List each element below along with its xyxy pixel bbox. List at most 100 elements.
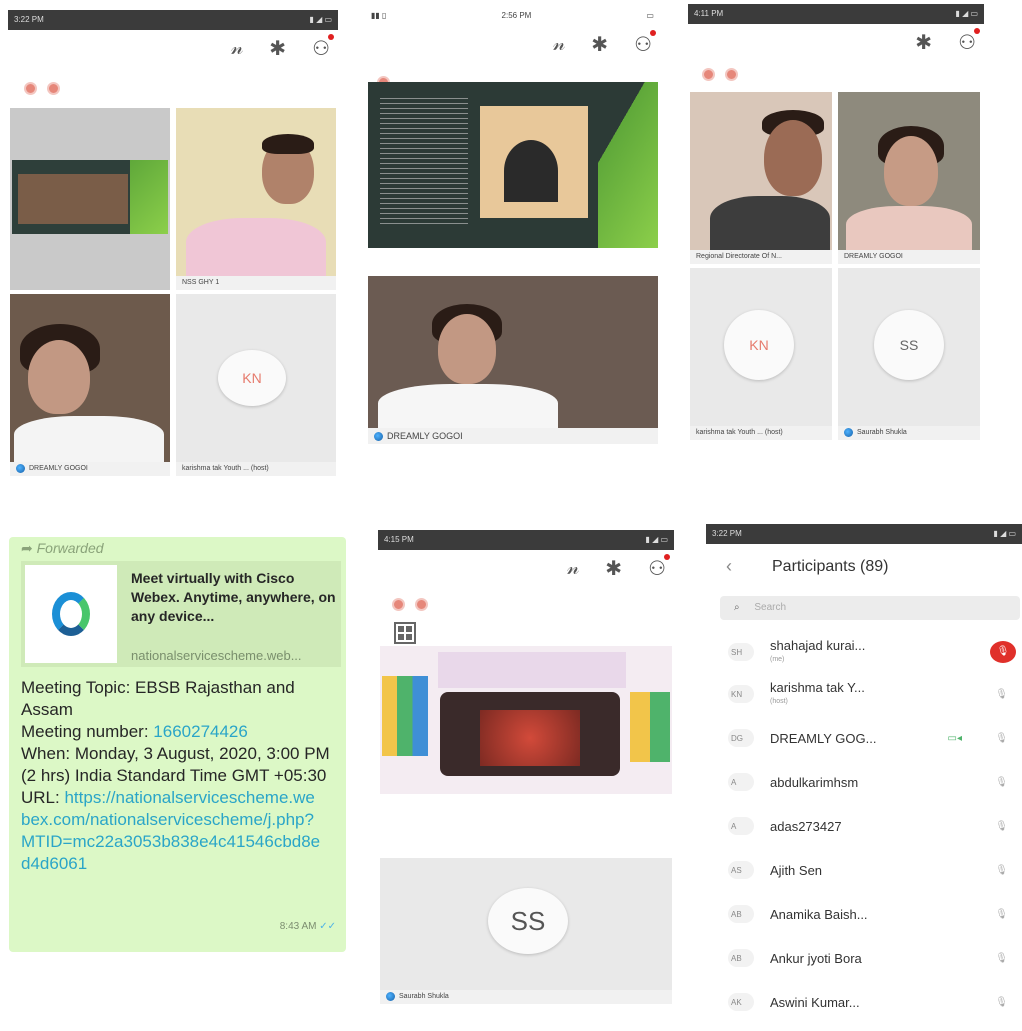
webex-status-icon: [386, 991, 395, 1001]
participants-icon[interactable]: ⚇: [958, 28, 980, 55]
message-time-text: 8:43 AM: [279, 921, 317, 932]
meeting-number-line: Meeting number: 1660274426: [21, 721, 341, 743]
status-left: ▮▮ ▯: [371, 11, 387, 20]
meeting-screen-1: 3:22 PM ▮ ◢ ▭ 𝓃 ✱ ⚇ NSS GHY 1 DREAMLY GOG…: [8, 10, 338, 480]
meeting-url-label: URL:: [21, 788, 65, 807]
search-input[interactable]: Search: [754, 602, 786, 613]
mic-icon[interactable]: 🎙: [995, 689, 1008, 700]
page-indicators: [392, 598, 428, 611]
video-tile-dreamly[interactable]: DREAMLY GOGOI: [368, 276, 658, 444]
shared-content-tile[interactable]: [368, 82, 658, 248]
list-item[interactable]: SH shahajad kurai... (me) 🎙: [706, 632, 1022, 672]
tile-label: DREAMLY GOGOI: [368, 428, 658, 444]
avatar-initials: KN: [749, 337, 769, 353]
participant-name: shahajad kurai...: [770, 638, 866, 653]
mute-button[interactable]: 🎙: [990, 641, 1016, 663]
participant-avatar: DG: [728, 729, 754, 747]
avatar-tile-saurabh[interactable]: SS Saurabh Shukla: [838, 268, 980, 440]
tile-label: DREAMLY GOGOI: [10, 462, 170, 476]
mic-icon[interactable]: 🎙: [995, 953, 1008, 964]
list-item[interactable]: A abdulkarimhsm 🎙: [706, 762, 1022, 802]
message-time: 8:43 AM ✓✓: [280, 916, 336, 938]
meeting-url-line: URL: https://nationalservicescheme.webex…: [21, 787, 321, 875]
participants-icon[interactable]: ⚇: [312, 34, 334, 61]
meeting-url-link[interactable]: https://nationalservicescheme.webex.com/…: [21, 788, 320, 873]
shared-content-tile[interactable]: [380, 646, 672, 794]
whatsapp-message-bubble[interactable]: ➦ Forwarded Meet virtually with Cisco We…: [9, 537, 346, 952]
tile-label: karishma tak Youth ... (host): [690, 426, 832, 440]
list-item[interactable]: AB Ankur jyoti Bora 🎙: [706, 938, 1022, 978]
video-icon[interactable]: ▭◂: [948, 733, 962, 744]
participants-icon[interactable]: ⚇: [634, 30, 656, 57]
webex-status-icon: [16, 463, 25, 473]
status-time: 3:22 PM: [14, 15, 44, 24]
participant-avatar: A: [728, 773, 754, 791]
link-preview[interactable]: Meet virtually with Cisco Webex. Anytime…: [21, 561, 341, 667]
participant-role: (me): [770, 656, 785, 663]
avatar: KN: [218, 350, 286, 406]
annotate-icon[interactable]: 𝓃: [231, 37, 243, 60]
participants-icon[interactable]: ⚇: [648, 554, 670, 581]
meeting-screen-3: 4:11 PM ▮ ◢ ▭ ✱ ⚇ Regional Directorate Of…: [688, 4, 984, 444]
list-item[interactable]: KN karishma tak Y... (host) 🎙: [706, 674, 1022, 714]
video-tile-regional[interactable]: Regional Directorate Of N...: [690, 92, 832, 264]
mic-icon[interactable]: 🎙: [995, 733, 1008, 744]
bluetooth-icon[interactable]: ✱: [591, 32, 608, 57]
mic-icon[interactable]: 🎙: [995, 909, 1008, 920]
mic-icon[interactable]: 🎙: [995, 997, 1008, 1008]
list-item[interactable]: A adas273427 🎙: [706, 806, 1022, 846]
status-bar: ▮▮ ▯ 2:56 PM ▭: [365, 6, 660, 26]
meeting-number-link[interactable]: 1660274426: [153, 722, 248, 741]
mic-icon[interactable]: 🎙: [995, 777, 1008, 788]
shared-slide-thumbnail: [12, 160, 168, 234]
list-item[interactable]: AK Aswini Kumar... 🎙: [706, 982, 1022, 1022]
video-tile-dreamly[interactable]: DREAMLY GOGOI: [10, 294, 170, 476]
shared-content-tile[interactable]: [10, 108, 170, 290]
participant-avatar: AS: [728, 861, 754, 879]
meeting-topic: Meeting Topic: EBSB Rajasthan and Assam: [21, 678, 295, 719]
mic-icon[interactable]: 🎙: [995, 821, 1008, 832]
preview-site: nationalservicescheme.web...: [131, 648, 302, 663]
layout-grid-icon[interactable]: [394, 622, 416, 644]
slide-header-bar: [438, 652, 626, 688]
participants-screen: 3:22 PM ▮ ◢ ▭ ‹ Participants (89) ⌕ Searc…: [706, 524, 1022, 1031]
avatar-tile-karishma[interactable]: KN karishma tak Youth ... (host): [176, 294, 336, 476]
annotate-icon[interactable]: 𝓃: [567, 557, 579, 580]
meeting-toolbar: 𝓃 ✱ ⚇: [231, 34, 334, 61]
tile-label: Saurabh Shukla: [380, 990, 672, 1004]
status-icons: ▮ ◢ ▭: [645, 535, 668, 544]
list-item[interactable]: AB Anamika Baish... 🎙: [706, 894, 1022, 934]
avatar-initials: SS: [510, 905, 546, 936]
status-bar: 4:15 PM ▮ ◢ ▭: [378, 530, 674, 550]
tile-label: NSS GHY 1: [176, 276, 336, 290]
status-icons: ▮ ◢ ▭: [309, 15, 332, 24]
avatar: SS: [874, 310, 944, 380]
status-time: 4:15 PM: [384, 535, 414, 544]
avatar-tile-karishma[interactable]: KN karishma tak Youth ... (host): [690, 268, 832, 440]
meeting-toolbar: 𝓃 ✱ ⚇: [553, 30, 656, 57]
video-tile-dreamly[interactable]: DREAMLY GOGOI: [838, 92, 980, 264]
notification-dot: [328, 34, 334, 40]
participant-avatar: SH: [728, 643, 754, 661]
participant-name: DREAMLY GOG...: [770, 730, 877, 746]
annotate-icon[interactable]: 𝓃: [553, 33, 565, 56]
bluetooth-icon[interactable]: ✱: [915, 30, 932, 55]
bluetooth-icon[interactable]: ✱: [269, 36, 286, 61]
status-icons: ▮ ◢ ▭: [993, 529, 1016, 538]
back-icon[interactable]: ‹: [726, 556, 732, 577]
slide-photo: [480, 106, 588, 218]
list-item[interactable]: AS Ajith Sen 🎙: [706, 850, 1022, 890]
slide-photo: [440, 692, 620, 776]
avatar-tile-saurabh[interactable]: SS Saurabh Shukla: [380, 858, 672, 1004]
mic-icon[interactable]: 🎙: [995, 865, 1008, 876]
participant-avatar: AB: [728, 905, 754, 923]
participant-list: SH shahajad kurai... (me) 🎙 KN karishma …: [706, 628, 1022, 1028]
notification-dot: [664, 554, 670, 560]
video-tile-nss-ghy[interactable]: NSS GHY 1: [176, 108, 336, 290]
list-item[interactable]: DG DREAMLY GOG... ▭◂ 🎙: [706, 718, 1022, 758]
bluetooth-icon[interactable]: ✱: [605, 556, 622, 581]
search-bar[interactable]: ⌕ Search: [720, 596, 1020, 620]
webex-status-icon: [844, 427, 853, 437]
search-icon: ⌕: [734, 602, 740, 613]
status-bar: 4:11 PM ▮ ◢ ▭: [688, 4, 984, 24]
